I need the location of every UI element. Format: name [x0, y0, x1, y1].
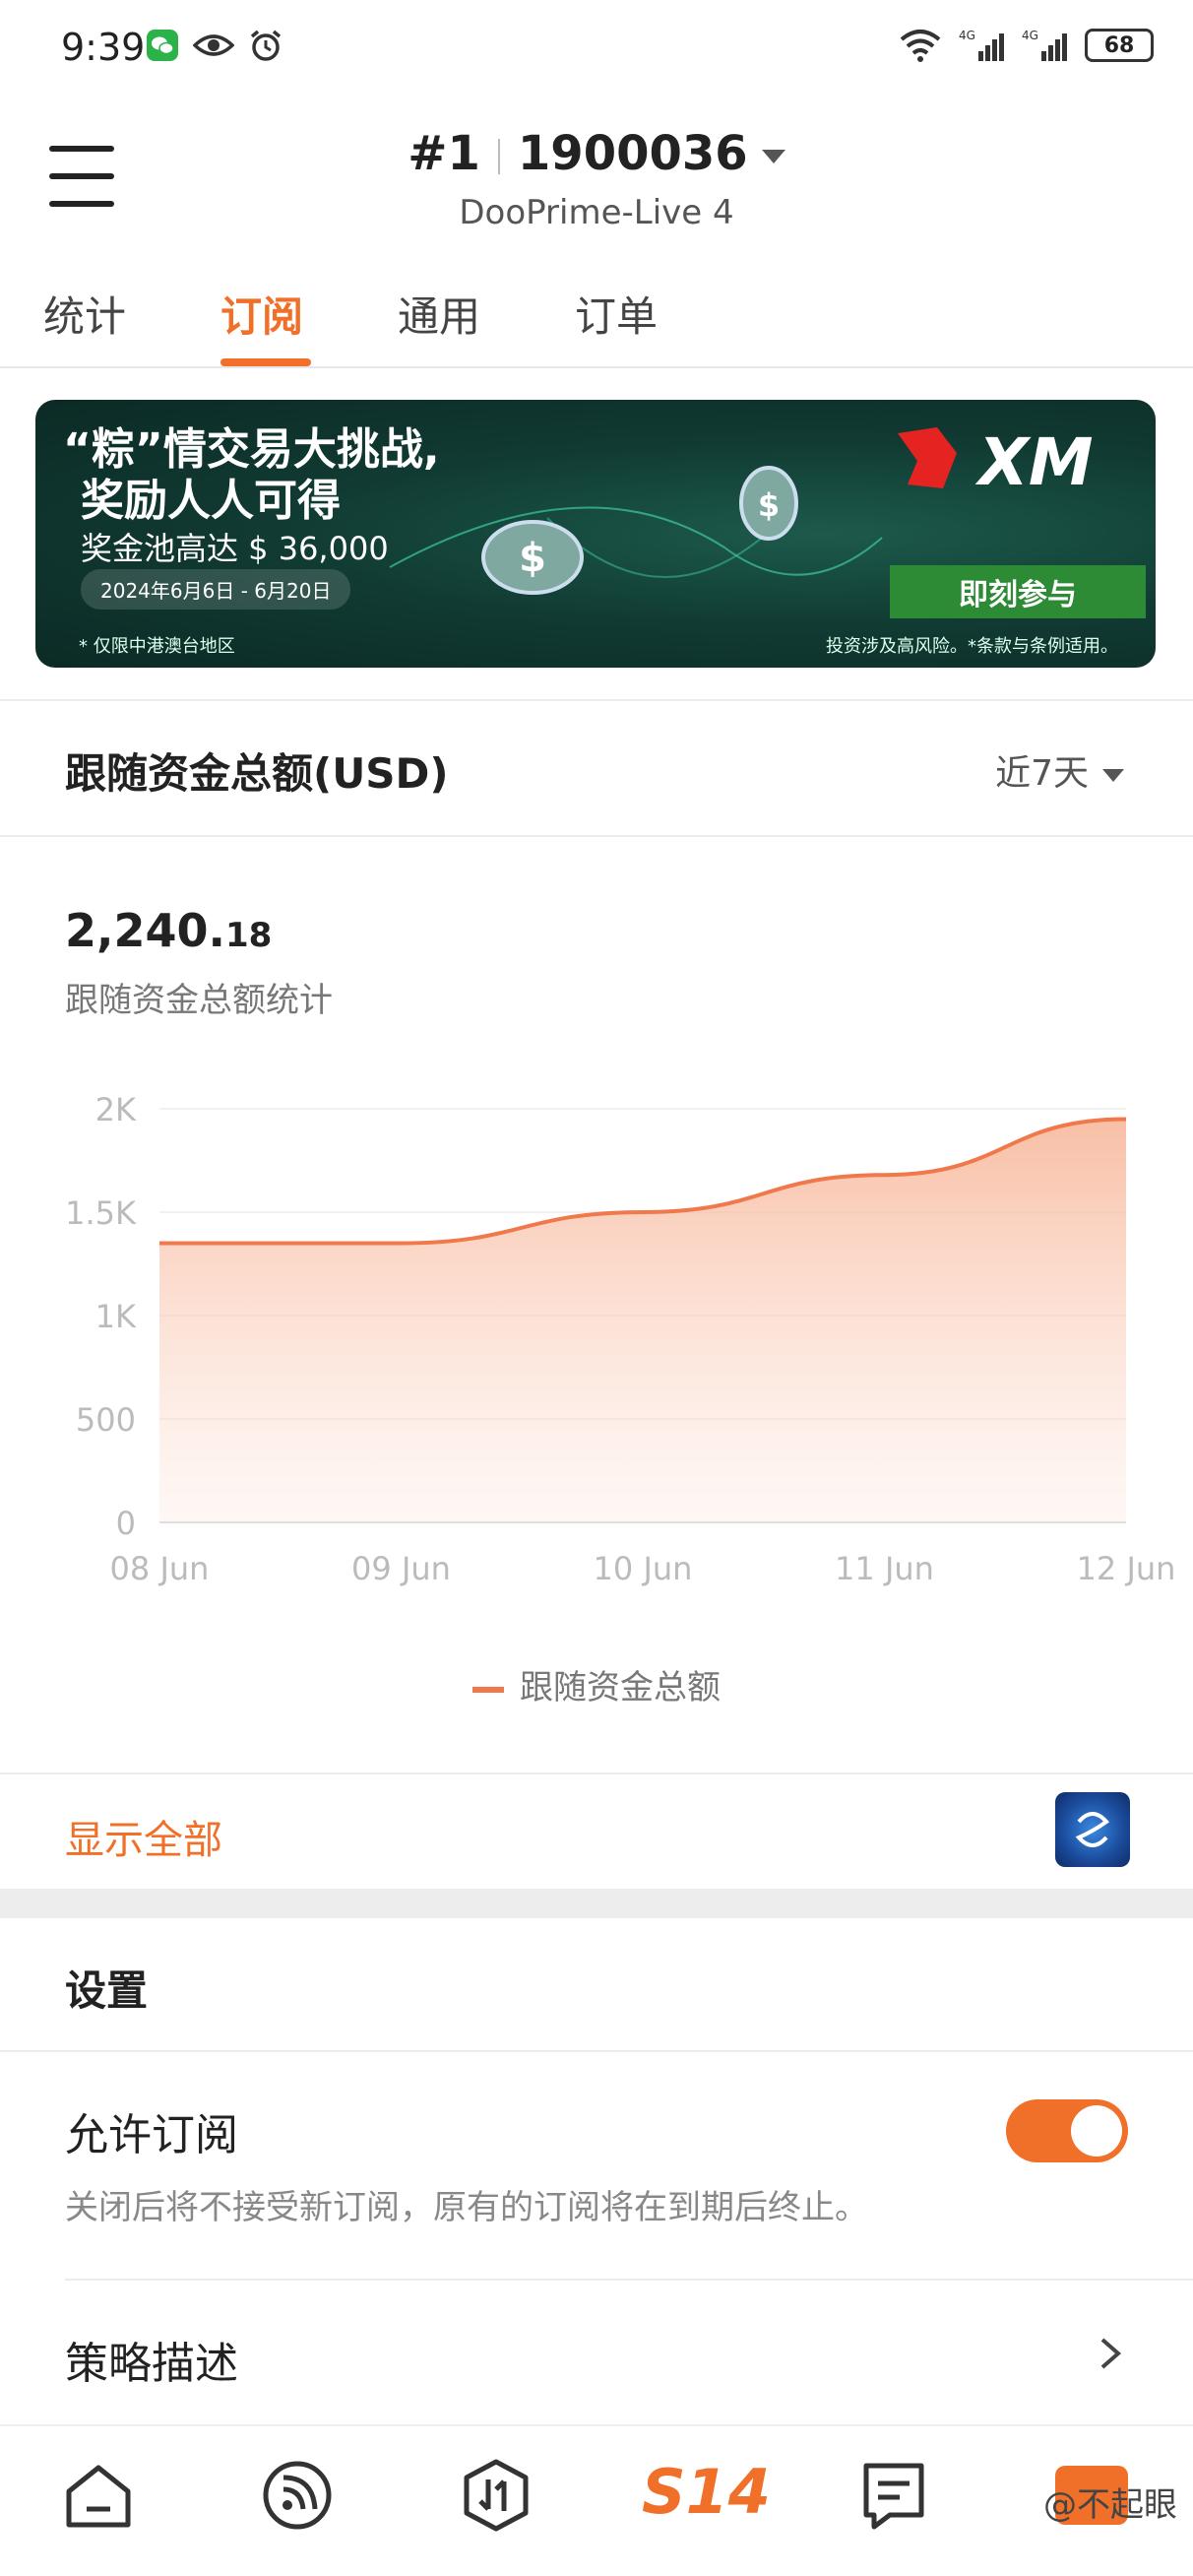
range-dropdown[interactable]: 近7天	[995, 744, 1124, 796]
allow-subscription-row: 允许订阅 关闭后将不接受新订阅，原有的订阅将在到期后终止。	[0, 2052, 1193, 2281]
coin-small-icon: $	[739, 466, 798, 541]
coin-icon: $	[481, 520, 584, 595]
x-tick-label: 09 Jun	[351, 1550, 451, 1587]
wechat-icon	[147, 30, 178, 61]
trade-icon[interactable]	[457, 2456, 535, 2535]
tab-subscription[interactable]: 订阅	[220, 284, 303, 344]
total-funds-value: 2,240.18	[65, 904, 273, 957]
total-funds-label: 跟随资金总额统计	[65, 981, 333, 1020]
strategy-description-label: 策略描述	[65, 2339, 238, 2389]
orders-icon[interactable]	[854, 2456, 933, 2535]
funds-area-chart: 0 500 1K 1.5K 2K 08 Jun 09 Jun 10 Jun 11 Jun 12 J…	[65, 1091, 1176, 1587]
legend-swatch	[472, 1686, 504, 1693]
xm-logo: XM	[888, 414, 1154, 504]
chart-legend: 跟随资金总额	[0, 1660, 1193, 1708]
strategy-description-row[interactable]: 策略描述 主打交易黄金、短线为主、适用于1500美元以下的账户	[0, 2281, 1193, 2442]
allow-subscription-description: 关闭后将不接受新订阅，原有的订阅将在到期后终止。	[65, 2188, 868, 2227]
svg-text:$: $	[758, 486, 780, 524]
banner-prize-pool: 奖金池高达 $ 36,000	[81, 530, 389, 567]
xm-logo-text: XM	[974, 424, 1094, 500]
range-label: 近7天	[995, 753, 1089, 794]
banner-risk-note: 投资涉及高风险。*条款与条例适用。	[826, 636, 1118, 657]
join-now-button[interactable]: 即刻参与	[890, 565, 1146, 618]
cell-signal-2-icon: 4G	[1022, 29, 1067, 61]
account-selector[interactable]: #1 1900036	[0, 126, 1193, 181]
x-tick-label: 12 Jun	[1077, 1550, 1176, 1587]
promo-banner[interactable]: $ $ “粽”情交易大挑战, 奖励人人可得 奖金池高达 $ 36,000 202…	[35, 400, 1156, 668]
status-system-icons: 4G 4G 68	[898, 28, 1154, 63]
banner-date-range: 2024年6月6日 - 6月20日	[81, 569, 351, 610]
watermark-text: @不起眼	[1043, 2485, 1177, 2525]
y-tick-label: 1.5K	[65, 1194, 137, 1232]
x-tick-label: 08 Jun	[110, 1550, 210, 1587]
settings-header: 设置	[0, 1918, 1193, 2052]
tab-general[interactable]: 通用	[398, 284, 480, 344]
section-divider	[0, 1889, 1193, 1918]
banner-title-line2: 奖励人人可得	[81, 476, 341, 526]
status-bar: 9:39 4G 4G 68	[0, 0, 1193, 98]
bottom-navigation: S14 @不起眼	[0, 2424, 1193, 2576]
tab-orders[interactable]: 订单	[575, 284, 658, 344]
caret-down-icon	[1102, 768, 1124, 782]
tab-statistics[interactable]: 统计	[43, 284, 126, 344]
settings-title: 设置	[65, 1966, 149, 2015]
app-logo-icon[interactable]	[1055, 1792, 1130, 1867]
banner-region-note: * 仅限中港澳台地区	[79, 636, 235, 657]
cell-signal-icon: 4G	[959, 29, 1004, 61]
x-tick-label: 11 Jun	[835, 1550, 934, 1587]
account-number: 1900036	[517, 126, 748, 181]
y-tick-label: 2K	[95, 1091, 137, 1128]
server-name: DooPrime-Live 4	[459, 193, 734, 232]
allow-subscription-toggle[interactable]	[1006, 2099, 1128, 2162]
chevron-right-icon	[1100, 2338, 1122, 2369]
x-tick-label: 10 Jun	[594, 1550, 693, 1587]
y-tick-label: 500	[76, 1401, 136, 1439]
show-all-row: 显示全部	[0, 1772, 1193, 1889]
y-tick-label: 0	[116, 1505, 136, 1542]
caret-down-icon	[761, 150, 785, 163]
svg-text:$: $	[519, 536, 546, 581]
tab-bar: 统计 订阅 通用 订单	[0, 276, 1193, 368]
show-all-link[interactable]: 显示全部	[65, 1808, 222, 1865]
signals-icon[interactable]	[258, 2456, 337, 2535]
alarm-icon	[250, 30, 282, 61]
s14-brand-tab[interactable]: S14	[642, 2456, 771, 2528]
y-tick-label: 1K	[95, 1298, 137, 1335]
wifi-icon	[900, 30, 941, 62]
funds-card-title: 跟随资金总额(USD)	[65, 749, 449, 798]
status-time: 9:39	[61, 26, 146, 69]
eye-icon	[193, 34, 234, 56]
status-notification-icons	[146, 28, 283, 63]
area-fill	[159, 1119, 1126, 1522]
allow-subscription-label: 允许订阅	[65, 2110, 238, 2160]
svg-text:4G: 4G	[959, 29, 975, 42]
svg-text:4G: 4G	[1022, 29, 1038, 42]
legend-label: 跟随资金总额	[520, 1668, 721, 1707]
funds-card-header: 跟随资金总额(USD) 近7天	[0, 699, 1193, 837]
account-prefix: #1	[408, 126, 480, 181]
active-tab-indicator	[220, 358, 311, 366]
battery-icon: 68	[1085, 29, 1154, 62]
home-icon[interactable]	[59, 2456, 138, 2535]
